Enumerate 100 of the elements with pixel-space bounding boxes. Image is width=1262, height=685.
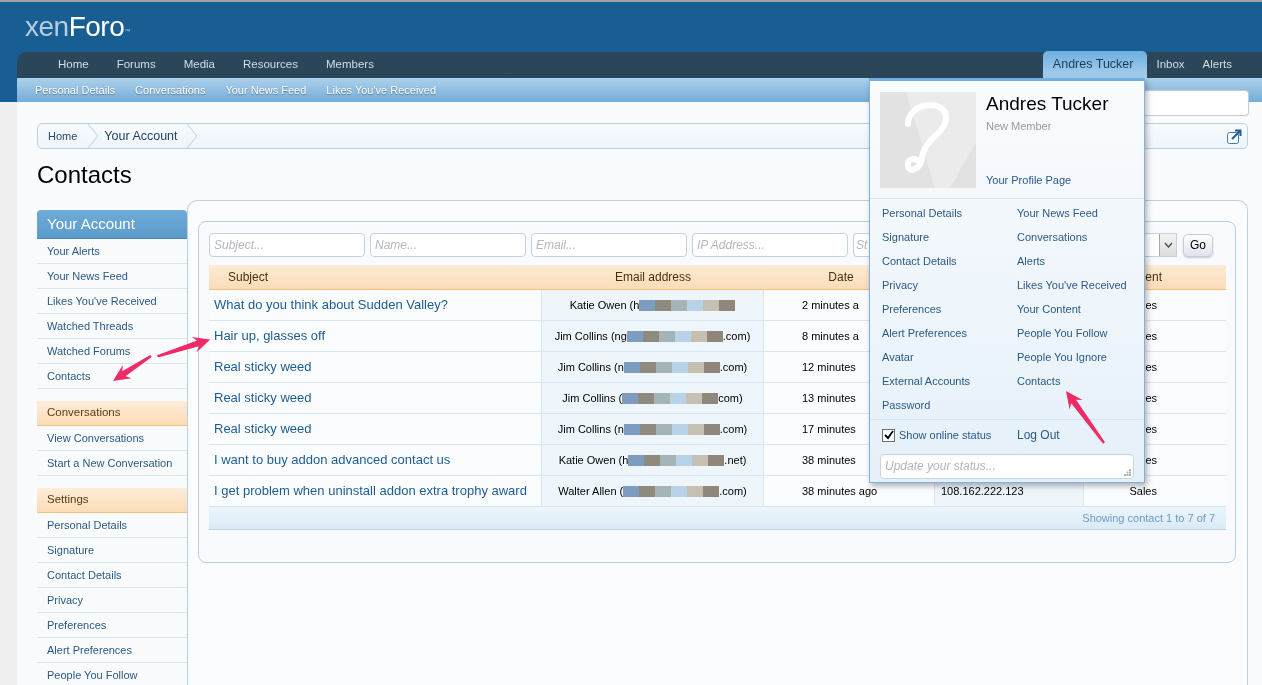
breadcrumb-link[interactable]: Your Account [99, 124, 186, 148]
nav-tab[interactable]: Andres Tucker [1042, 51, 1148, 78]
sidebar-link[interactable]: View Conversations [47, 429, 144, 447]
nav-tab[interactable]: Alerts [1193, 52, 1241, 78]
member-name: Andres Tucker [986, 92, 1109, 116]
menu-link[interactable]: Alert Preferences [882, 324, 967, 342]
date-text: 38 minutes ago [802, 485, 878, 497]
menu-link[interactable]: Contacts [1017, 372, 1061, 390]
date-text: 2 minutes a [802, 299, 859, 311]
email-text: Jim Collins ( [562, 390, 623, 406]
email-text: com) [718, 390, 743, 406]
menu-link[interactable]: People You Follow [1017, 324, 1108, 342]
sidebar-link[interactable]: Watched Forums [47, 342, 131, 360]
ip-address-text: 108.162.222.123 [941, 485, 1024, 497]
external-link-icon[interactable] [1227, 128, 1242, 144]
sidebar-link[interactable]: Watched Threads [47, 317, 134, 335]
menu-link[interactable]: Signature [882, 228, 930, 246]
subject-link[interactable]: I get problem when uninstall addon extra trophy award [214, 481, 527, 501]
sidebar-link[interactable]: Alert Preferences [47, 641, 132, 659]
email-text: Katie Owen (h [558, 452, 629, 468]
checkmark-icon [883, 430, 894, 440]
email-text: Walter Allen ( [558, 483, 624, 499]
chevron-down-icon [1163, 242, 1173, 248]
subject-link[interactable]: I want to buy addon advanced contact us [214, 450, 451, 470]
menu-link[interactable]: Personal Details [882, 204, 963, 222]
pagination-text: Showing contact 1 to 7 of 7 [1082, 510, 1215, 526]
menu-link[interactable]: Likes You've Received [1017, 276, 1127, 294]
member-title: New Member [986, 119, 1053, 134]
date-text: 13 minutes [802, 392, 856, 404]
sidebar-link[interactable]: Contacts [47, 367, 91, 385]
filter-field[interactable]: Subject... [209, 233, 365, 257]
column-header: ent [1145, 269, 1162, 286]
sidebar-link[interactable]: People You Follow [47, 666, 138, 684]
go-button[interactable]: Go [1183, 233, 1213, 257]
logout-link[interactable]: Log Out [1017, 426, 1144, 444]
sidebar-link[interactable]: Signature [47, 541, 95, 559]
menu-link[interactable]: People You Ignore [1017, 348, 1107, 366]
filter-field[interactable]: Email... [531, 233, 687, 257]
checkbox-label[interactable]: Show online status [899, 426, 992, 444]
sidebar-link[interactable]: Your News Feed [47, 267, 128, 285]
department-text: Sales [1129, 485, 1157, 497]
menu-link[interactable]: Your News Feed [1017, 204, 1098, 222]
avatar-placeholder[interactable] [880, 92, 976, 188]
subject-link[interactable]: Hair up, glasses off [214, 326, 326, 346]
menu-link[interactable]: Avatar [882, 348, 914, 366]
sidebar-link[interactable]: Preferences [47, 616, 107, 634]
search-field[interactable] [1145, 90, 1249, 116]
menu-link[interactable]: Privacy [882, 276, 919, 294]
sidebar-link[interactable]: Privacy [47, 591, 84, 609]
sidebar-link[interactable]: Personal Details [47, 516, 128, 534]
email-text: .com) [719, 421, 748, 437]
nav-tab[interactable]: Resources [229, 52, 312, 78]
department-text: es [1145, 361, 1157, 373]
email-text: Jim Collins (n [557, 421, 624, 437]
sidebar-heading: Conversations [37, 401, 187, 426]
menu-link[interactable]: Alerts [1017, 252, 1046, 270]
site-logo[interactable]: xenForo$^{™}$ [25, 13, 130, 41]
email-text: .com) [722, 328, 751, 344]
department-text: es [1145, 330, 1157, 342]
annotation-arrow [113, 355, 152, 381]
email-text: Jim Collins (n [557, 359, 624, 375]
menu-link[interactable]: Contact Details [882, 252, 957, 270]
nav-tab[interactable]: Forums [102, 52, 170, 78]
page-title: Contacts [37, 160, 132, 190]
menu-link[interactable]: External Accounts [882, 372, 971, 390]
nav-tab[interactable]: Inbox [1147, 52, 1194, 78]
date-text: 8 minutes a [802, 330, 859, 342]
email-text: .net) [724, 452, 747, 468]
nav-tab[interactable]: Home [44, 52, 103, 78]
column-header: Subject [228, 269, 269, 286]
subject-link[interactable]: Real sticky weed [214, 419, 312, 439]
checkbox[interactable] [882, 428, 895, 442]
subject-link[interactable]: Real sticky weed [214, 388, 312, 408]
sidebar-link[interactable]: Start a New Conversation [47, 454, 173, 472]
resize-grip-icon[interactable] [1124, 469, 1131, 476]
nav-tab[interactable]: Media [169, 52, 229, 78]
menu-link[interactable]: Conversations [1017, 228, 1088, 246]
sidebar-link[interactable]: Contact Details [47, 566, 122, 584]
annotation-arrow [1066, 391, 1105, 444]
subject-link[interactable]: Real sticky weed [214, 357, 312, 377]
profile-link[interactable]: Your Profile Page [986, 171, 1109, 188]
subject-link[interactable]: What do you think about Sudden Valley? [214, 295, 448, 315]
menu-link[interactable]: Your Content [1017, 300, 1081, 318]
menu-link[interactable]: Password [882, 396, 931, 414]
sidebar-link[interactable]: Your Alerts [47, 242, 100, 260]
status-field[interactable]: Update your status... [880, 454, 1134, 479]
sidebar-heading: Your Account [37, 210, 187, 239]
breadcrumb-link[interactable]: Home [38, 124, 88, 148]
nav-tab[interactable]: Members [311, 52, 388, 78]
menu-link[interactable]: Preferences [882, 300, 942, 318]
column-header: Date [828, 269, 854, 286]
sidebar-heading: Settings [37, 488, 187, 513]
date-text: 12 minutes [802, 361, 856, 373]
filter-field[interactable]: St [853, 233, 869, 257]
filter-field[interactable]: IP Address... [692, 233, 848, 257]
filter-field[interactable]: Name... [370, 233, 526, 257]
dropdown-field[interactable] [1144, 233, 1177, 257]
department-text: es [1145, 392, 1157, 404]
sidebar-link[interactable]: Likes You've Received [47, 292, 157, 310]
email-text: .com) [719, 359, 748, 375]
